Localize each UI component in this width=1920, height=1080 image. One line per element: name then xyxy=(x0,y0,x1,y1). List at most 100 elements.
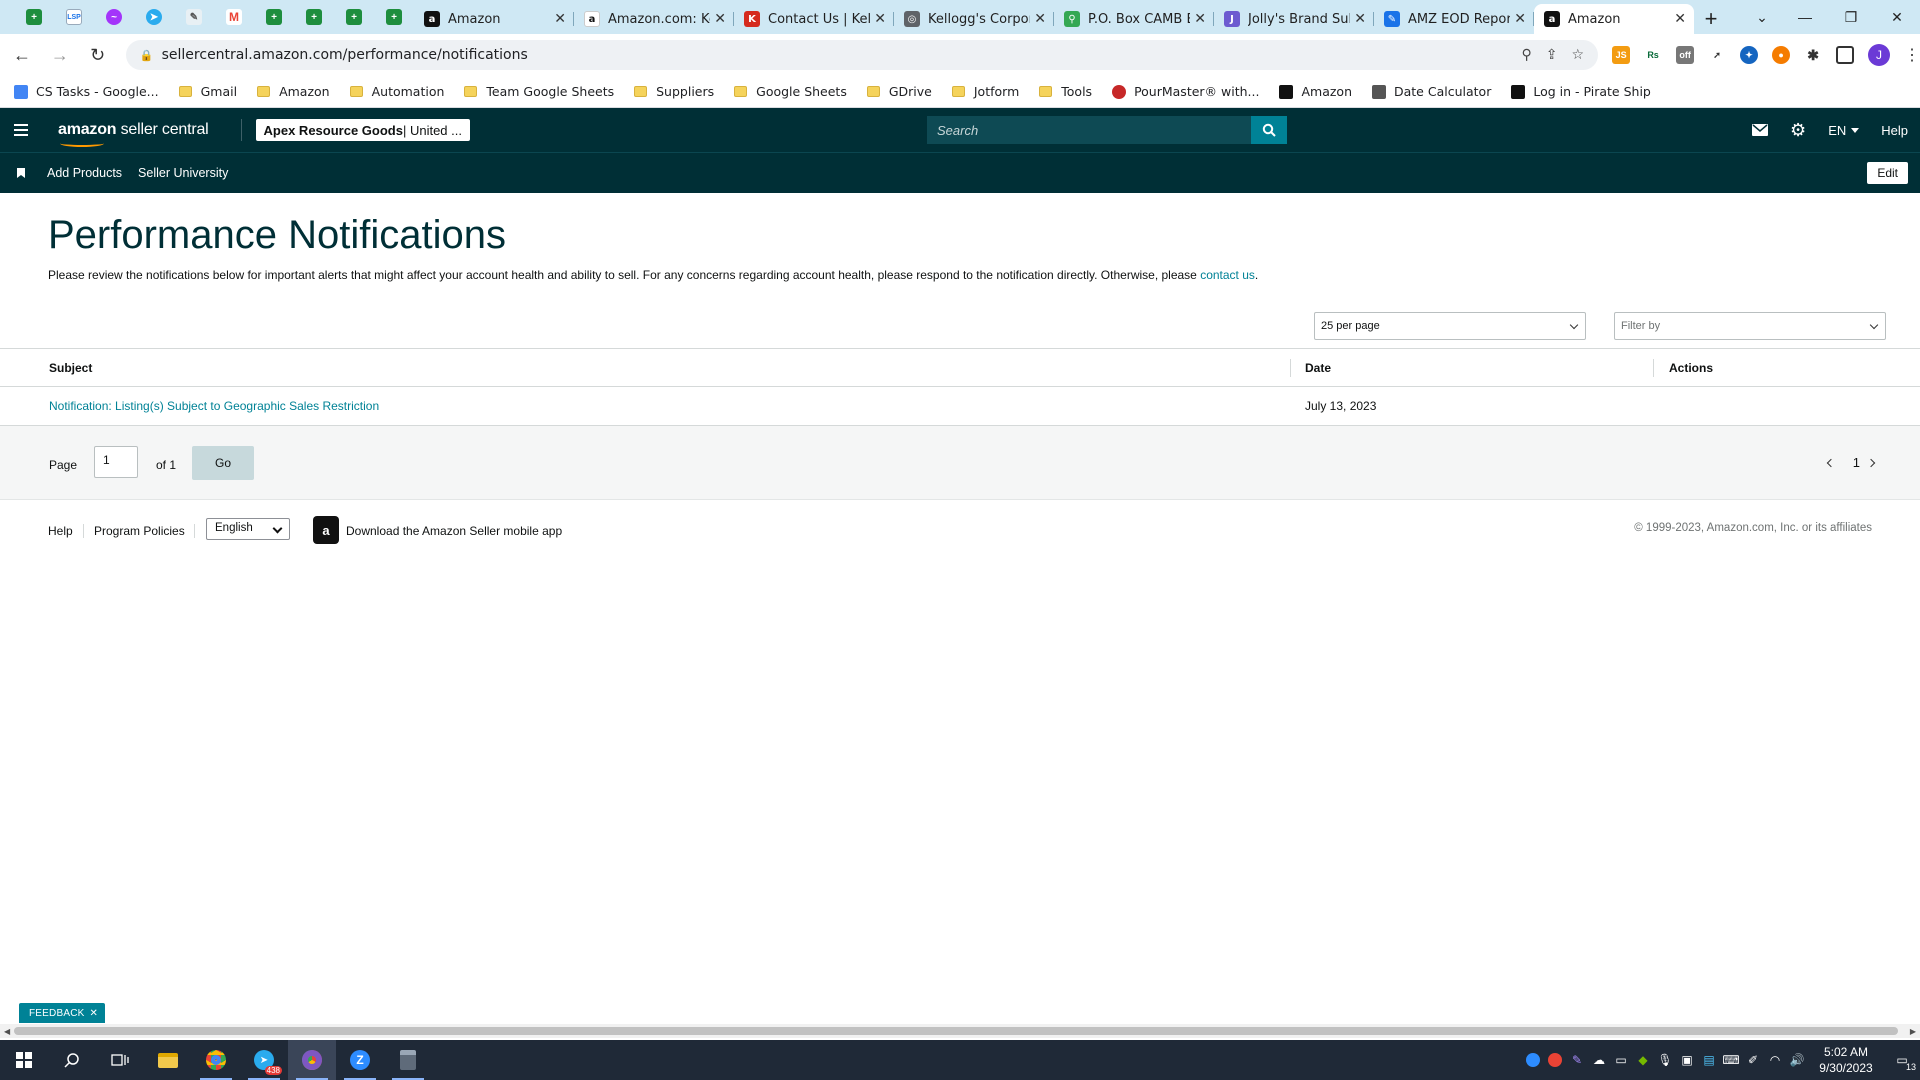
header-subject[interactable]: Subject xyxy=(49,361,92,375)
chrome-taskbar-icon[interactable] xyxy=(192,1040,240,1080)
file-explorer-icon[interactable] xyxy=(144,1040,192,1080)
network-adapter-tray-icon[interactable]: ▤ xyxy=(1698,1040,1720,1080)
bookmark-item[interactable]: Suppliers xyxy=(634,84,714,99)
puzzle-extensions-icon[interactable]: ✱ xyxy=(1804,46,1823,64)
close-tab-icon[interactable]: ✕ xyxy=(1034,11,1046,27)
footer-help-link[interactable]: Help xyxy=(48,524,73,538)
bookmark-item[interactable]: GDrive xyxy=(866,84,932,99)
header-date[interactable]: Date xyxy=(1305,361,1331,375)
pinned-tab-sheets-2[interactable]: + xyxy=(254,0,294,34)
task-view-icon[interactable] xyxy=(96,1040,144,1080)
cursor-extension-icon[interactable]: ➚ xyxy=(1708,46,1727,64)
orange-extension-icon[interactable]: ● xyxy=(1772,46,1791,64)
footer-language-select[interactable]: English xyxy=(206,518,290,540)
scrollbar-thumb[interactable] xyxy=(14,1027,1898,1035)
browser-tab[interactable]: a Amazon ✕ xyxy=(1534,4,1694,34)
per-page-select[interactable]: 25 per page xyxy=(1314,312,1586,340)
taskbar-search-icon[interactable] xyxy=(48,1040,96,1080)
start-button[interactable] xyxy=(0,1040,48,1080)
pinned-tab-telegram[interactable]: ➤ xyxy=(134,0,174,34)
bookmark-item[interactable]: Jotform xyxy=(951,84,1019,99)
bookmark-item[interactable]: Amazon xyxy=(257,84,330,99)
browser-tab[interactable]: ◎ Kellogg's Corpor ✕ xyxy=(894,4,1054,34)
feedback-button[interactable]: FEEDBACK ✕ xyxy=(19,1003,106,1023)
system-clock[interactable]: 5:02 AM 9/30/2023 xyxy=(1808,1044,1884,1076)
tab-search-chevron-icon[interactable]: ⌄ xyxy=(1742,9,1782,26)
bookmark-item[interactable]: Automation xyxy=(349,84,444,99)
rs-extension-icon[interactable]: Rs xyxy=(1644,46,1663,64)
browser-tab[interactable]: K Contact Us | Kell ✕ xyxy=(734,4,894,34)
current-page-number[interactable]: 1 xyxy=(1853,455,1860,470)
tablet-tray-icon[interactable]: ▭ xyxy=(1610,1040,1632,1080)
browser-tab[interactable]: a Amazon.com: Ke ✕ xyxy=(574,4,734,34)
nvidia-tray-icon[interactable]: ◆ xyxy=(1632,1040,1654,1080)
pinned-tab-sheets-4[interactable]: + xyxy=(334,0,374,34)
mail-icon[interactable] xyxy=(1752,124,1769,136)
pinned-tab-messenger[interactable]: ~ xyxy=(94,0,134,34)
close-tab-icon[interactable]: ✕ xyxy=(714,11,726,27)
notification-subject-link[interactable]: Notification: Listing(s) Subject to Geog… xyxy=(49,399,379,413)
off-extension-icon[interactable]: off xyxy=(1676,46,1695,64)
pen-workspace-tray-icon[interactable]: ✐ xyxy=(1742,1040,1764,1080)
filter-select[interactable]: Filter by xyxy=(1614,312,1886,340)
bookmark-item[interactable]: CS Tasks - Google... xyxy=(14,84,159,99)
share-icon[interactable]: ⇪ xyxy=(1546,47,1558,63)
telegram-taskbar-icon[interactable]: ➤ 438 xyxy=(240,1040,288,1080)
hamburger-menu-icon[interactable] xyxy=(0,108,42,152)
restore-button[interactable]: ❐ xyxy=(1828,9,1874,26)
js-extension-icon[interactable]: JS xyxy=(1612,46,1631,64)
bookmark-item[interactable]: Google Sheets xyxy=(734,84,847,99)
nav-seller-university[interactable]: Seller University xyxy=(138,166,228,180)
language-selector[interactable]: EN xyxy=(1828,123,1859,138)
edit-nav-button[interactable]: Edit xyxy=(1867,162,1908,184)
calculator-taskbar-icon[interactable] xyxy=(384,1040,432,1080)
footer-program-policies-link[interactable]: Program Policies xyxy=(94,524,185,538)
minimize-button[interactable]: — xyxy=(1782,9,1828,25)
zoom-taskbar-icon[interactable]: Z xyxy=(336,1040,384,1080)
forward-button[interactable]: → xyxy=(44,39,76,71)
bookmark-item[interactable]: Date Calculator xyxy=(1372,84,1491,99)
chrome-tray-icon[interactable] xyxy=(1544,1040,1566,1080)
bookmark-item[interactable]: PourMaster® with... xyxy=(1112,84,1259,99)
bookmark-star-icon[interactable]: ☆ xyxy=(1572,47,1585,63)
previous-page-icon[interactable] xyxy=(1826,458,1836,468)
bookmark-icon[interactable] xyxy=(17,168,25,178)
go-button[interactable]: Go xyxy=(192,446,254,480)
close-tab-icon[interactable]: ✕ xyxy=(1514,11,1526,27)
pinned-tab-signature[interactable]: ✎ xyxy=(174,0,214,34)
chrome-profile-taskbar-icon[interactable] xyxy=(288,1040,336,1080)
help-link[interactable]: Help xyxy=(1881,123,1908,138)
close-window-button[interactable]: ✕ xyxy=(1874,9,1920,26)
close-tab-icon[interactable]: ✕ xyxy=(1674,11,1686,27)
bookmark-item[interactable]: Team Google Sheets xyxy=(464,84,614,99)
close-tab-icon[interactable]: ✕ xyxy=(554,11,566,27)
contact-us-link[interactable]: contact us xyxy=(1200,268,1255,282)
page-number-input[interactable]: 1 xyxy=(94,446,138,478)
bookmark-item[interactable]: Log in - Pirate Ship xyxy=(1511,84,1651,99)
side-panel-icon[interactable] xyxy=(1836,46,1855,64)
amazon-app-icon[interactable]: a xyxy=(313,516,339,544)
omnibox[interactable]: 🔒 sellercentral.amazon.com/performance/n… xyxy=(125,40,1599,70)
keyboard-tray-icon[interactable]: ⌨ xyxy=(1720,1040,1742,1080)
search-button[interactable] xyxy=(1251,116,1287,144)
blue-extension-icon[interactable]: ✦ xyxy=(1740,46,1759,64)
display-tray-icon[interactable]: ▣ xyxy=(1676,1040,1698,1080)
pinned-tab-lsp[interactable]: LSP xyxy=(54,0,94,34)
zoom-tray-icon[interactable] xyxy=(1522,1040,1544,1080)
wifi-tray-icon[interactable]: ◠ xyxy=(1764,1040,1786,1080)
horizontal-scrollbar[interactable]: ◀ ▶ xyxy=(0,1024,1920,1038)
seller-central-logo[interactable]: amazon seller central xyxy=(58,121,209,147)
close-tab-icon[interactable]: ✕ xyxy=(874,11,886,27)
pinned-tab-sheets-3[interactable]: + xyxy=(294,0,334,34)
browser-tab[interactable]: a Amazon ✕ xyxy=(414,4,574,34)
account-switcher[interactable]: Apex Resource Goods | United ... xyxy=(255,119,470,141)
close-tab-icon[interactable]: ✕ xyxy=(1194,11,1206,27)
browser-tab[interactable]: J Jolly's Brand Sub ✕ xyxy=(1214,4,1374,34)
nav-add-products[interactable]: Add Products xyxy=(47,166,122,180)
bookmark-item[interactable]: Amazon xyxy=(1279,84,1352,99)
bookmark-item[interactable]: Gmail xyxy=(178,84,237,99)
profile-avatar[interactable]: J xyxy=(1868,44,1890,66)
browser-menu-icon[interactable]: ⋮ xyxy=(1904,45,1920,65)
volume-tray-icon[interactable]: 🔊 xyxy=(1786,1040,1808,1080)
next-page-icon[interactable] xyxy=(1866,458,1876,468)
